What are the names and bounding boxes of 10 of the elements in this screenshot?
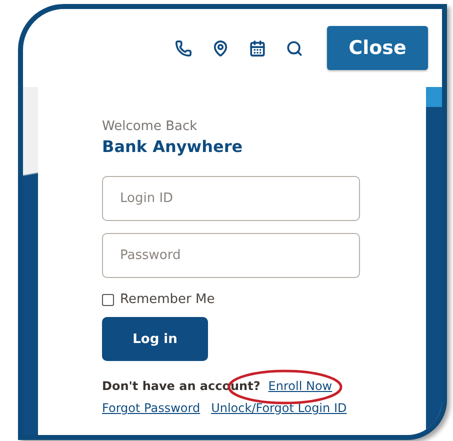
login-id-field[interactable]: Login ID: [102, 176, 360, 221]
bank-title: Bank Anywhere: [102, 137, 244, 156]
login-button[interactable]: Log in: [102, 317, 208, 361]
password-field[interactable]: Password: [102, 233, 360, 278]
forgot-password-link[interactable]: Forgot Password: [102, 401, 200, 415]
remember-label: Remember Me: [120, 292, 215, 307]
greeting-text: Welcome Back: [102, 119, 198, 134]
remember-checkbox[interactable]: [102, 294, 114, 306]
unlock-link[interactable]: Unlock/Forgot Login ID: [211, 401, 347, 415]
close-button[interactable]: Close: [327, 26, 428, 70]
